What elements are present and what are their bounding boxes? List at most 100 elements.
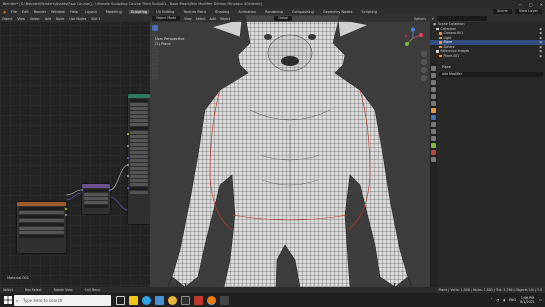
tab-modeling[interactable]: Modeling <box>104 10 124 14</box>
material-label: Material.001 <box>7 276 30 280</box>
physics-tab-icon[interactable] <box>431 129 436 134</box>
blender-taskbar-icon[interactable] <box>207 295 216 305</box>
vp-menu-add[interactable]: Add <box>210 17 216 21</box>
network-icon[interactable]: ◔ <box>496 298 499 302</box>
tab-geometry-nodes[interactable]: Geometry Nodes <box>321 10 355 14</box>
clock[interactable]: 1:06 PM 8/1/2021 <box>520 296 535 304</box>
task-view-icon[interactable] <box>116 295 125 305</box>
mode-selector[interactable]: Object Mode <box>152 16 181 21</box>
tab-scripting[interactable]: Scripting <box>359 10 379 14</box>
vp-menu-view[interactable]: View <box>184 17 192 21</box>
view-layer-tab-icon[interactable] <box>431 87 436 92</box>
render-tab-icon[interactable] <box>431 73 436 78</box>
annotate-tool-icon[interactable] <box>152 67 158 73</box>
image-texture-node[interactable] <box>17 202 66 253</box>
principled-bsdf-node[interactable] <box>128 94 150 224</box>
options-dropdown[interactable]: Options <box>414 17 426 21</box>
menu-help[interactable]: Help <box>70 10 78 14</box>
socket[interactable] <box>127 187 129 189</box>
transform-tool-icon[interactable] <box>152 60 158 66</box>
menu-file[interactable]: File <box>11 10 17 14</box>
tab-uv-editing[interactable]: UV Editing <box>154 10 176 14</box>
volume-icon[interactable]: ◖ <box>503 298 505 302</box>
socket[interactable] <box>127 164 129 166</box>
socket[interactable] <box>127 145 129 147</box>
zoom-icon[interactable] <box>421 51 427 57</box>
menu-window[interactable]: Window <box>51 10 65 14</box>
tab-shading[interactable]: Shading <box>213 10 231 14</box>
mesh-icon <box>439 41 442 44</box>
camera-view-icon[interactable] <box>421 67 427 73</box>
scene-field[interactable]: Scene <box>493 9 512 14</box>
outliner-item-plane-001[interactable]: Plane.001 ◉ <box>430 54 545 59</box>
clock-date: 8/1/2021 <box>520 300 535 304</box>
socket[interactable] <box>127 157 129 159</box>
properties-tabs <box>430 63 437 287</box>
socket[interactable] <box>81 189 83 191</box>
vp-menu-select[interactable]: Select <box>196 17 206 21</box>
app-icon[interactable] <box>220 295 229 305</box>
viewport-toolbar <box>152 25 159 81</box>
language-indicator[interactable]: ENG <box>509 298 516 302</box>
file-explorer-icon[interactable] <box>129 295 138 305</box>
close-button[interactable]: ✕ <box>540 2 543 7</box>
tab-sculpting[interactable]: Sculpting <box>128 9 150 14</box>
3d-viewport[interactable]: Object Mode View Select Add Object Globa… <box>150 15 430 287</box>
tab-animation[interactable]: Animation <box>236 10 258 14</box>
transform-orientation[interactable]: Global <box>274 16 293 21</box>
recording-app-icon[interactable] <box>194 295 203 305</box>
material-tab-icon[interactable] <box>431 150 436 155</box>
menu-edit[interactable]: Edit <box>22 10 29 14</box>
particles-tab-icon[interactable] <box>431 122 436 127</box>
socket[interactable] <box>109 189 111 191</box>
tab-rendering[interactable]: Rendering <box>263 10 285 14</box>
socket[interactable] <box>127 133 129 135</box>
tab-layout[interactable]: Layout <box>83 10 99 14</box>
output-tab-icon[interactable] <box>431 80 436 85</box>
tab-compositing[interactable]: Compositing <box>290 10 316 14</box>
notification-icon[interactable]: ▭ <box>539 298 542 302</box>
image-icon <box>439 54 442 57</box>
socket[interactable] <box>65 214 67 216</box>
outliner-search-input[interactable] <box>436 16 487 21</box>
pan-icon[interactable] <box>421 59 427 65</box>
socket[interactable] <box>127 175 129 177</box>
modifier-tab-icon[interactable] <box>431 115 436 120</box>
node-editor[interactable]: Object View Select Add Node Use Nodes Sl… <box>0 15 150 287</box>
chevron-up-icon[interactable]: ˄ <box>491 298 493 302</box>
constraints-tab-icon[interactable] <box>431 136 436 141</box>
data-tab-icon[interactable] <box>431 143 436 148</box>
ortho-toggle-icon[interactable] <box>421 75 427 81</box>
measure-tool-icon[interactable] <box>152 74 158 80</box>
app-icon[interactable] <box>181 295 190 305</box>
mapping-node[interactable] <box>82 184 110 214</box>
minimize-button[interactable]: — <box>518 2 522 7</box>
maximize-button[interactable]: ▢ <box>529 2 533 7</box>
camera-icon <box>439 32 442 35</box>
menu-render[interactable]: Render <box>34 10 46 14</box>
texture-tab-icon[interactable] <box>431 157 436 162</box>
taskbar-search-input[interactable]: ⌕ Type here to search <box>14 294 111 306</box>
object-tab-icon[interactable] <box>431 108 436 113</box>
socket[interactable] <box>65 208 67 210</box>
viewport-header: Object Mode View Select Add Object Globa… <box>150 15 430 22</box>
edge-browser-icon[interactable] <box>142 295 151 305</box>
world-tab-icon[interactable] <box>431 101 436 106</box>
blender-logo-icon[interactable]: ◉ <box>3 10 6 14</box>
tool-tab-icon[interactable] <box>431 66 436 71</box>
windows-start-icon[interactable] <box>3 295 13 305</box>
navigation-gizmo[interactable] <box>402 27 424 49</box>
scale-tool-icon[interactable] <box>152 53 158 59</box>
visibility-eye-icon[interactable]: ◉ <box>539 54 542 59</box>
chrome-icon[interactable] <box>168 295 177 305</box>
image-texture-node-header <box>17 202 66 206</box>
object-name-field[interactable]: Plane <box>439 65 543 70</box>
select-tool-icon[interactable] <box>152 25 158 31</box>
store-icon[interactable] <box>155 295 164 305</box>
scene-tab-icon[interactable] <box>431 94 436 99</box>
vp-menu-object[interactable]: Object <box>220 17 230 21</box>
tab-texture-paint[interactable]: Texture Paint <box>181 10 208 14</box>
view-layer-field[interactable]: View Layer <box>514 9 542 14</box>
add-modifier-dropdown[interactable]: Add Modifier <box>439 72 543 77</box>
filter-icon[interactable]: ▾ <box>432 17 434 21</box>
